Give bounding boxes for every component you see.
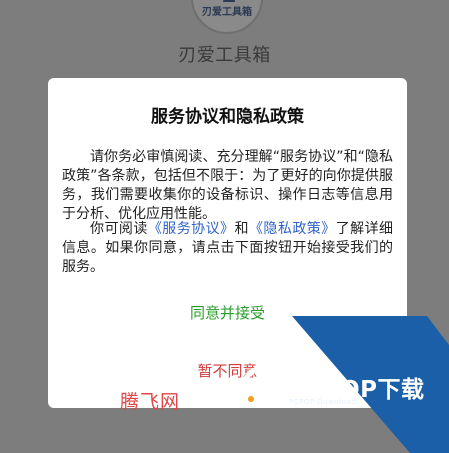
dialog-title: 服务协议和隐私政策 bbox=[151, 107, 304, 127]
agreement-dialog: 服务协议和隐私政策 请你务必审慎阅读、充分理解“服务协议”和“隐私政策”各条款，… bbox=[48, 78, 407, 408]
pcpop-watermark-subtitle: PCPOP Download bbox=[289, 398, 357, 406]
tengfei-watermark: 腾飞网 bbox=[120, 391, 181, 413]
privacy-policy-link[interactable]: 《隐私政策》 bbox=[249, 221, 336, 237]
agreement-links-paragraph: 你可阅读《服务协议》和《隐私政策》了解详细信息。如果你同意，请点击下面按钮开始接… bbox=[62, 220, 393, 277]
service-agreement-link[interactable]: 《服务协议》 bbox=[148, 221, 235, 237]
agree-button[interactable]: 同意并接受 bbox=[48, 302, 407, 323]
app-name: 刃爱工具箱 bbox=[178, 45, 271, 66]
app-logo-text: 刃爱工具箱 bbox=[202, 7, 252, 18]
app-logo: 刃爱工具箱 bbox=[191, 0, 263, 34]
and-text: 和 bbox=[234, 221, 249, 237]
paragraph-prefix: 你可阅读 bbox=[90, 221, 148, 237]
gear-icon bbox=[223, 0, 235, 2]
pcpop-logo-icon bbox=[242, 366, 284, 408]
agreement-paragraph: 请你务必审慎阅读、充分理解“服务协议”和“隐私政策”各条款，包括但不限于：为了更… bbox=[62, 149, 393, 222]
